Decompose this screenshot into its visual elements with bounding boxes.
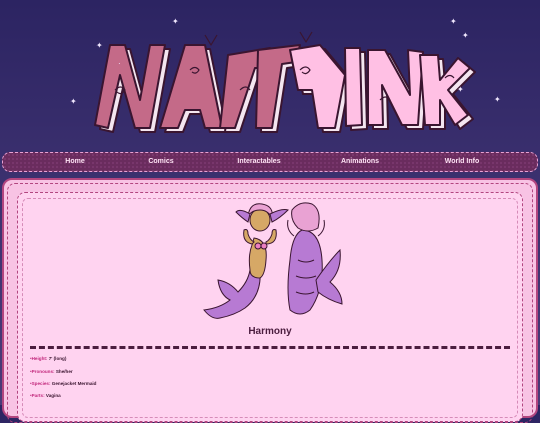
info-parts: •Parts: Vagina bbox=[30, 393, 61, 398]
star-icon: ✦ bbox=[462, 31, 469, 40]
nav-item-comics[interactable]: Comics bbox=[133, 153, 189, 171]
star-icon: ✦ bbox=[70, 97, 77, 106]
info-label: •Parts: bbox=[30, 393, 45, 398]
nav-item-world-info[interactable]: World Info bbox=[427, 153, 497, 171]
info-value: Genejacket Mermaid bbox=[51, 381, 97, 386]
nasty-pink-logo bbox=[94, 31, 476, 133]
main-nav: Home Comics Interactables Animations Wor… bbox=[2, 152, 538, 172]
nav-item-home[interactable]: Home bbox=[47, 153, 103, 171]
star-icon: ✦ bbox=[494, 95, 501, 104]
info-pronouns: •Pronouns: She/her bbox=[30, 369, 73, 374]
info-value: She/her bbox=[55, 369, 73, 374]
info-label: •Species: bbox=[30, 381, 51, 386]
star-icon: · bbox=[118, 59, 121, 68]
info-height: •Height: 7' (long) bbox=[30, 356, 66, 361]
star-icon: ✦ bbox=[457, 85, 464, 94]
nav-item-animations[interactable]: Animations bbox=[325, 153, 395, 171]
character-image bbox=[203, 202, 343, 319]
section-divider bbox=[30, 346, 510, 349]
info-value: Vagina bbox=[45, 393, 61, 398]
star-icon: ✦ bbox=[450, 17, 457, 26]
star-icon: ✦ bbox=[96, 41, 103, 50]
nav-item-interactables[interactable]: Interactables bbox=[221, 153, 297, 171]
info-label: •Pronouns: bbox=[30, 369, 55, 374]
star-icon: ✦ bbox=[172, 17, 179, 26]
info-value: 7' (long) bbox=[48, 356, 67, 361]
site-banner: ✦ ✦ ✦ · ✦ ✦ ✦ ✦ bbox=[0, 0, 540, 152]
info-label: •Height: bbox=[30, 356, 48, 361]
character-name: Harmony bbox=[248, 326, 292, 337]
info-species: •Species: Genejacket Mermaid bbox=[30, 381, 96, 386]
